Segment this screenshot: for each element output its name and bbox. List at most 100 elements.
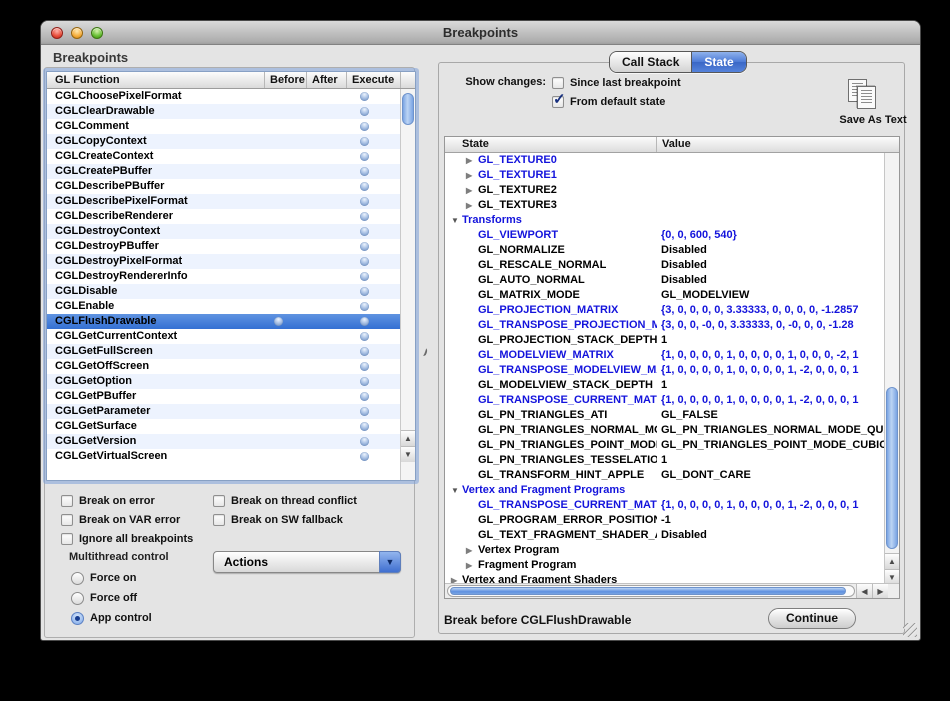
execute-orb-icon[interactable] — [360, 197, 369, 206]
state-vertical-scrollbar[interactable]: ▲ ▼ — [884, 153, 899, 585]
state-row[interactable]: GL_PROJECTION_STACK_DEPTH1 — [445, 333, 886, 348]
scrollbar-thumb[interactable] — [450, 587, 846, 595]
state-row[interactable]: GL_PN_TRIANGLES_TESSELATION_1 — [445, 453, 886, 468]
checkbox-box[interactable]: ✓ — [61, 514, 73, 526]
checkbox-box[interactable]: ✓ — [61, 495, 73, 507]
radio-force-off[interactable]: Force off — [71, 591, 137, 605]
state-row[interactable]: GL_RESCALE_NORMALDisabled — [445, 258, 886, 273]
checkbox-box[interactable]: ✓ — [552, 96, 564, 108]
continue-button[interactable]: Continue — [768, 608, 856, 629]
state-row[interactable]: GL_MODELVIEW_MATRIX{1, 0, 0, 0, 0, 1, 0,… — [445, 348, 886, 363]
state-row[interactable]: ▶GL_TEXTURE2 — [445, 183, 886, 198]
checkbox-break-on-error[interactable]: ✓ Break on error — [61, 494, 155, 508]
scrollbar-thumb[interactable] — [886, 387, 898, 549]
execute-orb-icon[interactable] — [360, 422, 369, 431]
gl-function-row[interactable]: CGLGetVersion — [47, 434, 401, 449]
gl-function-row[interactable]: CGLGetVirtualScreen — [47, 449, 401, 464]
gl-function-row[interactable]: CGLDestroyPBuffer — [47, 239, 401, 254]
expand-triangle-icon[interactable]: ▶ — [466, 153, 472, 168]
radio-force-on[interactable]: Force on — [71, 571, 136, 585]
gl-function-row[interactable]: CGLGetSurface — [47, 419, 401, 434]
gl-function-row[interactable]: CGLClearDrawable — [47, 104, 401, 119]
execute-orb-icon[interactable] — [360, 272, 369, 281]
state-row[interactable]: GL_PN_TRIANGLES_POINT_MODE_GL_PN_TRIANGL… — [445, 438, 886, 453]
state-row[interactable]: ▼Transforms — [445, 213, 886, 228]
close-button[interactable] — [51, 27, 63, 39]
state-row[interactable]: ▶Fragment Program — [445, 558, 886, 573]
scroll-down-button[interactable]: ▼ — [401, 446, 415, 462]
radio-button[interactable] — [71, 612, 84, 625]
checkbox-box[interactable]: ✓ — [61, 533, 73, 545]
checkbox-break-on-thread-conflict[interactable]: ✓ Break on thread conflict — [213, 494, 357, 508]
gl-function-row[interactable]: CGLCreatePBuffer — [47, 164, 401, 179]
execute-orb-icon[interactable] — [360, 257, 369, 266]
collapse-triangle-icon[interactable]: ▼ — [451, 483, 459, 498]
state-row[interactable]: GL_PROGRAM_ERROR_POSITION_A-1 — [445, 513, 886, 528]
execute-orb-icon[interactable] — [360, 332, 369, 341]
save-as-text-button[interactable] — [848, 79, 880, 111]
checkbox-box[interactable]: ✓ — [213, 514, 225, 526]
execute-orb-icon[interactable] — [360, 317, 369, 326]
state-row[interactable]: GL_AUTO_NORMALDisabled — [445, 273, 886, 288]
execute-orb-icon[interactable] — [360, 287, 369, 296]
zoom-button[interactable] — [91, 27, 103, 39]
state-row[interactable]: ▶GL_TEXTURE0 — [445, 153, 886, 168]
gl-function-row[interactable]: CGLFlushDrawable — [47, 314, 401, 329]
execute-orb-icon[interactable] — [360, 392, 369, 401]
state-row[interactable]: ▼Vertex and Fragment Programs — [445, 483, 886, 498]
expand-triangle-icon[interactable]: ▶ — [466, 198, 472, 213]
scroll-up-button[interactable]: ▲ — [401, 430, 415, 446]
state-row[interactable]: GL_TRANSPOSE_PROJECTION_MAT{3, 0, 0, -0,… — [445, 318, 886, 333]
state-row[interactable]: ▶Vertex Program — [445, 543, 886, 558]
execute-orb-icon[interactable] — [360, 212, 369, 221]
collapse-triangle-icon[interactable]: ▼ — [451, 213, 459, 228]
gl-function-row[interactable]: CGLDestroyContext — [47, 224, 401, 239]
state-row[interactable]: GL_PROJECTION_MATRIX{3, 0, 0, 0, 0, 3.33… — [445, 303, 886, 318]
radio-app-control[interactable]: App control — [71, 611, 152, 625]
expand-triangle-icon[interactable]: ▶ — [466, 183, 472, 198]
execute-orb-icon[interactable] — [360, 92, 369, 101]
state-row[interactable]: ▶GL_TEXTURE3 — [445, 198, 886, 213]
radio-button[interactable] — [71, 592, 84, 605]
gl-function-row[interactable]: CGLGetOffScreen — [47, 359, 401, 374]
state-row[interactable]: GL_VIEWPORT{0, 0, 600, 540} — [445, 228, 886, 243]
checkbox-ignore-all-breakpoints[interactable]: ✓ Ignore all breakpoints — [61, 532, 193, 546]
resize-grip-icon[interactable] — [903, 623, 917, 637]
state-row[interactable]: GL_TEXT_FRAGMENT_SHADER_ATDisabled — [445, 528, 886, 543]
execute-orb-icon[interactable] — [360, 377, 369, 386]
scrollbar-track[interactable] — [447, 585, 855, 597]
gl-function-row[interactable]: CGLGetCurrentContext — [47, 329, 401, 344]
tab-call-stack[interactable]: Call Stack — [610, 52, 691, 72]
gl-function-row[interactable]: CGLEnable — [47, 299, 401, 314]
gl-function-row[interactable]: CGLCreateContext — [47, 149, 401, 164]
gl-function-row[interactable]: CGLDescribePixelFormat — [47, 194, 401, 209]
column-header-state[interactable]: State — [445, 137, 657, 152]
execute-orb-icon[interactable] — [360, 242, 369, 251]
state-row[interactable]: GL_PN_TRIANGLES_ATIGL_FALSE — [445, 408, 886, 423]
gl-function-row[interactable]: CGLGetParameter — [47, 404, 401, 419]
expand-triangle-icon[interactable]: ▶ — [466, 558, 472, 573]
column-header-after[interactable]: After — [307, 72, 347, 88]
state-row[interactable]: GL_TRANSPOSE_CURRENT_MATRI{1, 0, 0, 0, 0… — [445, 498, 886, 513]
checkbox-from-default-state[interactable]: ✓ From default state — [552, 95, 665, 109]
gl-function-row[interactable]: CGLDescribePBuffer — [47, 179, 401, 194]
column-header-value[interactable]: Value — [657, 137, 899, 152]
state-horizontal-scrollbar[interactable]: ◀ ▶ — [445, 583, 899, 598]
gl-function-row[interactable]: CGLChoosePixelFormat — [47, 89, 401, 104]
execute-orb-icon[interactable] — [360, 182, 369, 191]
gl-function-row[interactable]: CGLDescribeRenderer — [47, 209, 401, 224]
scrollbar-thumb[interactable] — [402, 93, 414, 125]
column-header-gl-function[interactable]: GL Function — [47, 72, 265, 88]
execute-orb-icon[interactable] — [360, 362, 369, 371]
gl-table-scrollbar[interactable]: ▲ ▼ — [400, 89, 415, 480]
gl-function-row[interactable]: CGLComment — [47, 119, 401, 134]
scroll-up-button[interactable]: ▲ — [885, 553, 899, 569]
gl-function-row[interactable]: CGLGetOption — [47, 374, 401, 389]
execute-orb-icon[interactable] — [360, 407, 369, 416]
execute-orb-icon[interactable] — [360, 227, 369, 236]
execute-orb-icon[interactable] — [360, 137, 369, 146]
minimize-button[interactable] — [71, 27, 83, 39]
state-row[interactable]: GL_MATRIX_MODEGL_MODELVIEW — [445, 288, 886, 303]
gl-function-row[interactable]: CGLGetPBuffer — [47, 389, 401, 404]
execute-orb-icon[interactable] — [360, 167, 369, 176]
